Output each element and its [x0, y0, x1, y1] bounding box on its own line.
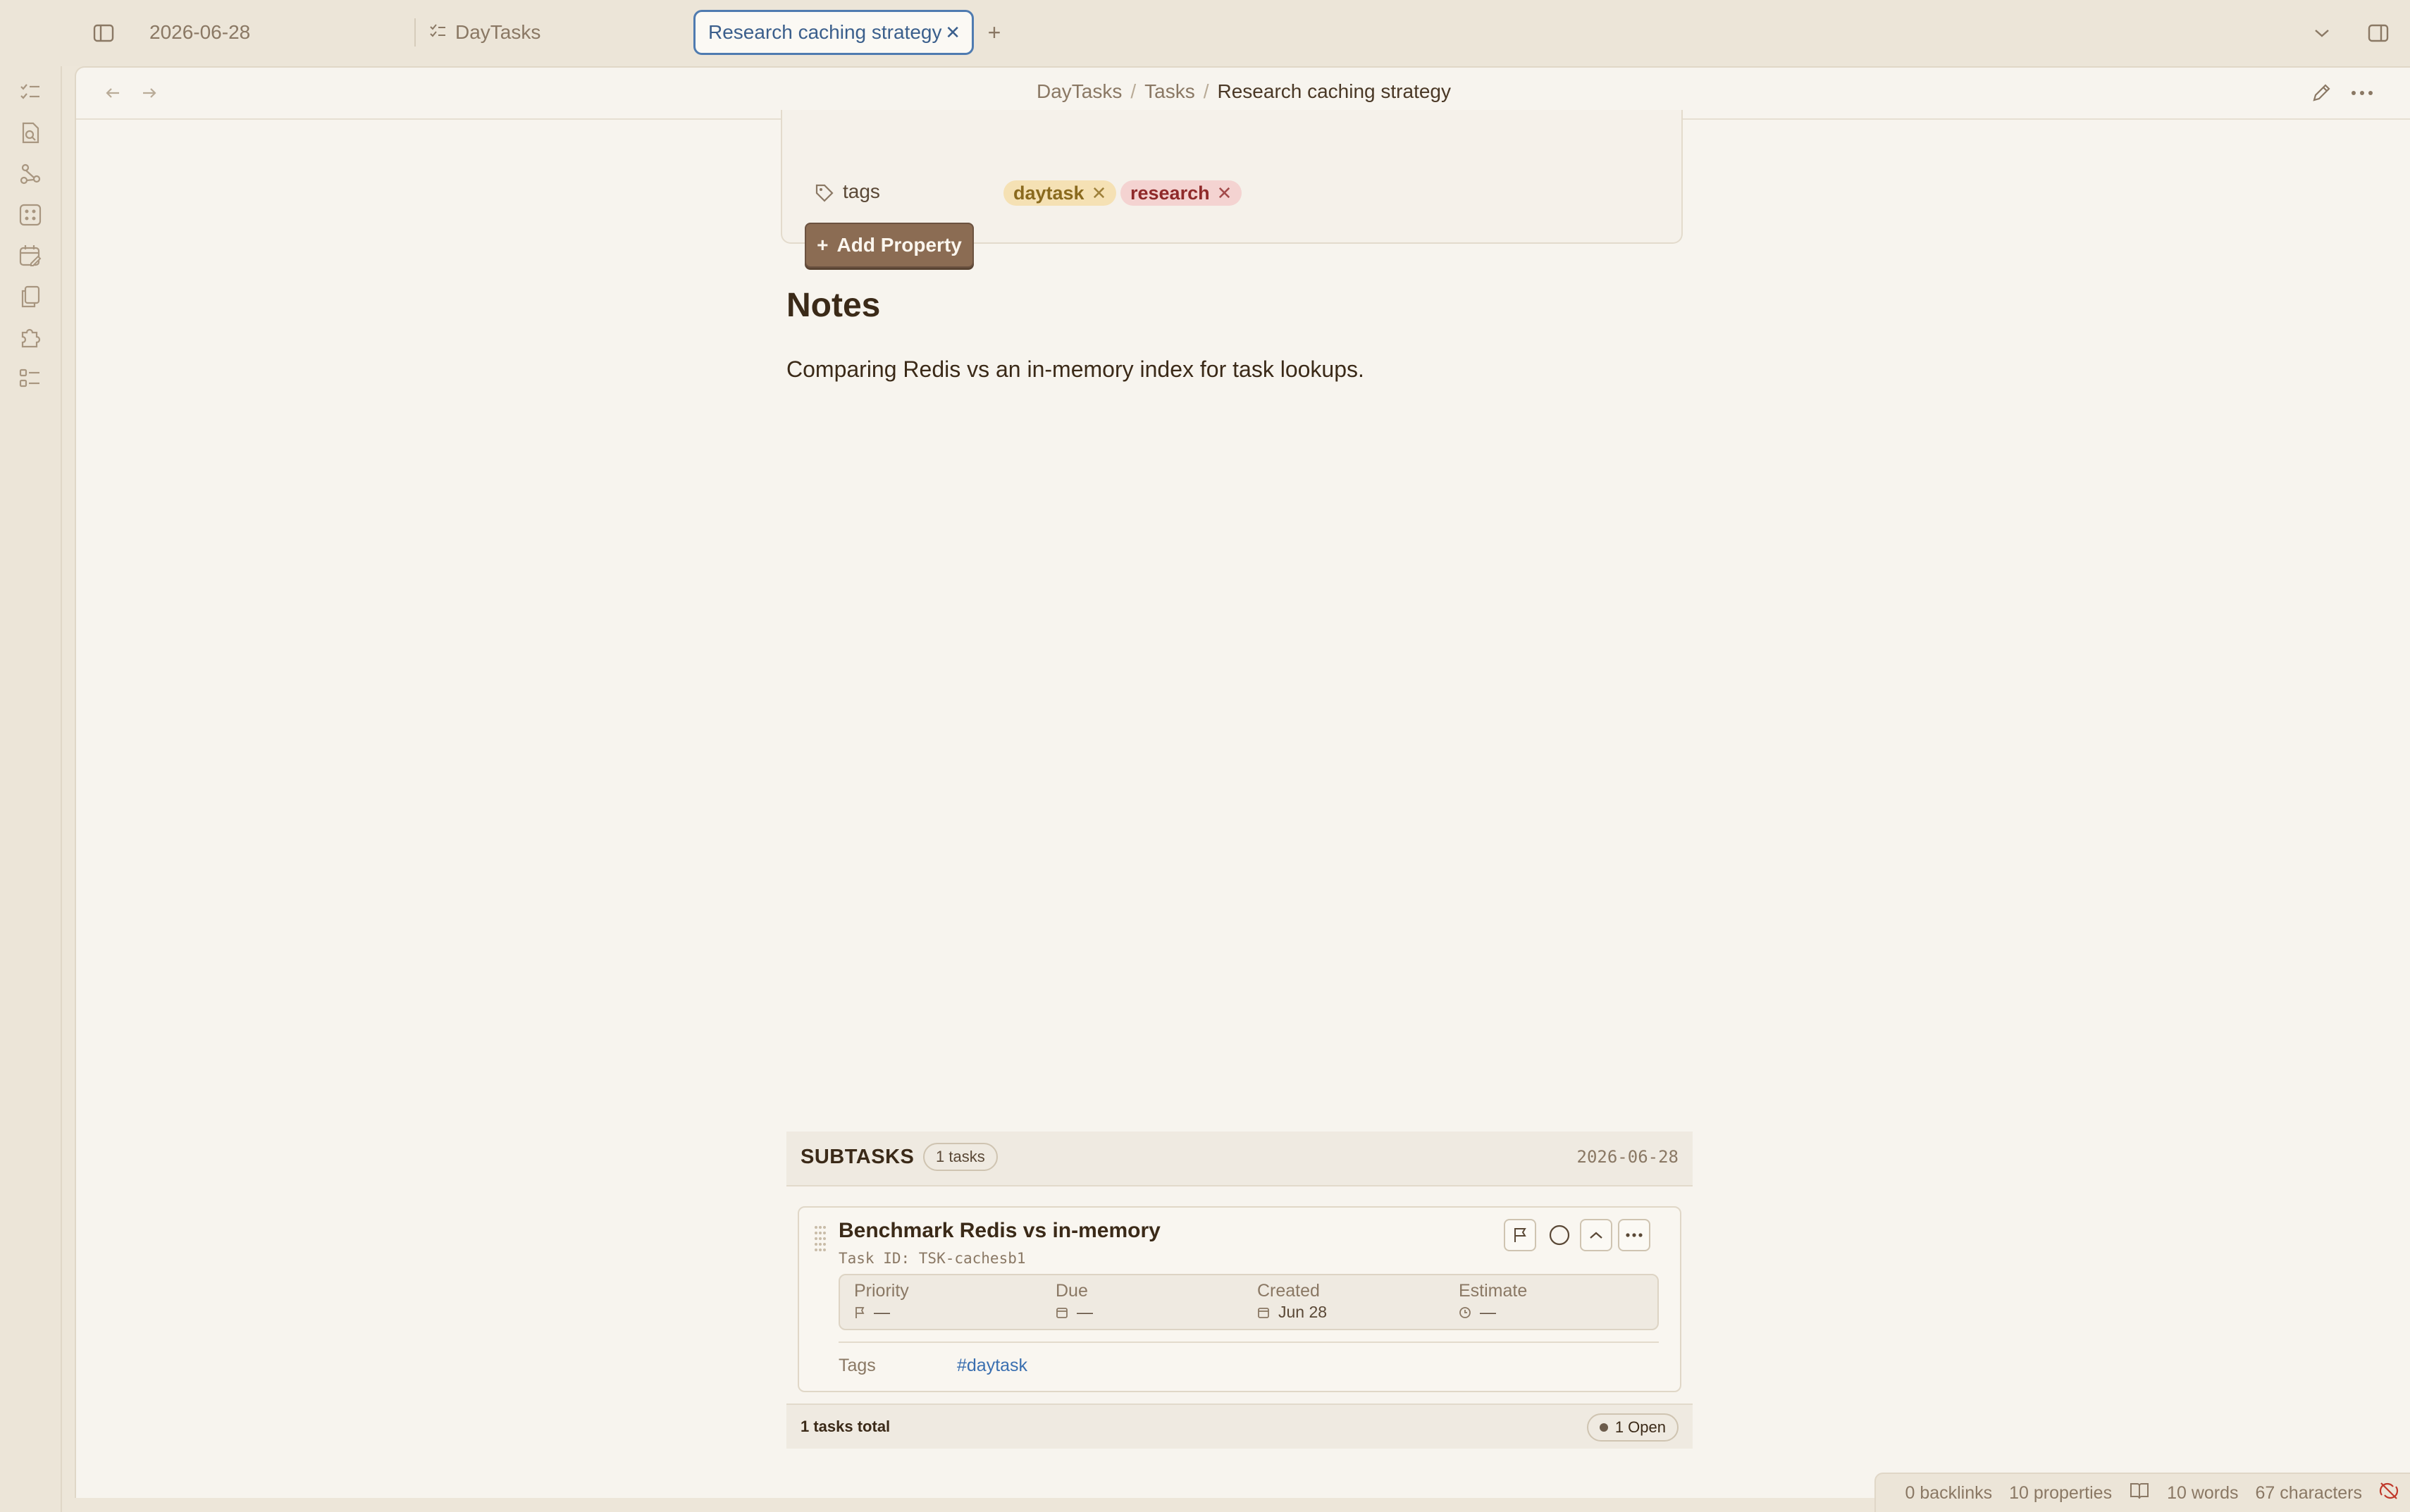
- task-meta-grid: Priority — Due — Created Jun 28 Estimate…: [839, 1274, 1659, 1330]
- notes-body[interactable]: Comparing Redis vs an in-memory index fo…: [786, 357, 1364, 383]
- file-search-icon[interactable]: [18, 121, 42, 145]
- breadcrumb-current[interactable]: Research caching strategy: [1218, 80, 1452, 102]
- circle-icon: [1549, 1225, 1570, 1246]
- task-tag-link[interactable]: #daytask: [957, 1356, 1027, 1376]
- sync-disabled-icon[interactable]: [2379, 1481, 2399, 1506]
- property-tags-label: tags: [843, 180, 880, 202]
- tab-label: Research caching strategy: [708, 21, 942, 43]
- meta-value: Jun 28: [1278, 1303, 1328, 1321]
- task-more-button[interactable]: [1618, 1219, 1650, 1251]
- calendar-icon: [1056, 1307, 1068, 1318]
- kanban-list-icon[interactable]: [18, 366, 42, 390]
- tab-bar: 2026-06-28 DayTasks Research caching str…: [0, 0, 2410, 66]
- left-ribbon: [0, 66, 62, 1512]
- task-id: Task ID: TSK-cachesb1: [839, 1250, 1026, 1267]
- task-card[interactable]: Benchmark Redis vs in-memory Task ID: TS…: [798, 1206, 1681, 1392]
- task-list-icon[interactable]: [18, 80, 42, 104]
- meta-label: Due: [1056, 1281, 1088, 1301]
- meta-priority[interactable]: Priority —: [854, 1281, 909, 1322]
- list-checks-icon: [428, 23, 447, 41]
- flag-icon: [1514, 1228, 1526, 1242]
- more-options-icon: [1626, 1233, 1643, 1237]
- meta-label: Priority: [854, 1281, 909, 1301]
- meta-value: —: [1480, 1303, 1496, 1321]
- tag-chip-label: research: [1130, 182, 1210, 204]
- meta-label: Created: [1257, 1281, 1320, 1301]
- subtasks-date: 2026-06-28: [1576, 1147, 1679, 1167]
- tag-icon: [813, 182, 836, 204]
- plugin-puzzle-icon[interactable]: [18, 326, 42, 349]
- subtasks-footer: 1 tasks total 1 Open: [786, 1403, 1693, 1449]
- remove-tag-icon[interactable]: ✕: [1092, 182, 1107, 204]
- graph-view-icon[interactable]: [18, 162, 42, 186]
- meta-value: —: [1077, 1303, 1093, 1321]
- breadcrumb-separator: /: [1203, 80, 1209, 102]
- subtasks-count-badge: 1 tasks: [923, 1143, 998, 1171]
- right-sidebar-toggle-icon[interactable]: [2366, 21, 2390, 45]
- meta-label: Estimate: [1459, 1281, 1528, 1301]
- complete-task-button[interactable]: [1543, 1219, 1576, 1251]
- tab-daily-note[interactable]: 2026-06-28: [149, 21, 250, 44]
- meta-created[interactable]: Created Jun 28: [1257, 1281, 1327, 1322]
- backlinks-count[interactable]: 0 backlinks: [1905, 1483, 1992, 1504]
- word-count: 10 words: [2167, 1482, 2239, 1503]
- sidebar-toggle-icon[interactable]: [92, 21, 116, 45]
- open-status-label: 1 Open: [1614, 1418, 1666, 1436]
- reading-view-icon[interactable]: [2129, 1481, 2150, 1506]
- breadcrumb: DayTasks / Tasks / Research caching strategy: [76, 80, 2410, 103]
- properties-panel: tags daytask ✕ research ✕ + Add Property: [781, 110, 1683, 268]
- meta-value: —: [874, 1303, 890, 1321]
- breadcrumb-separator: /: [1130, 80, 1137, 102]
- subtasks-header: SUBTASKS 1 tasks 2026-06-28: [786, 1132, 1693, 1186]
- close-tab-icon[interactable]: ✕: [945, 22, 960, 44]
- status-dot-icon: [1599, 1423, 1608, 1432]
- character-count: 67 characters: [2255, 1482, 2362, 1503]
- calendar-icon: [1258, 1307, 1269, 1318]
- edit-pencil-icon[interactable]: [2309, 80, 2334, 106]
- tag-chip-label: daytask: [1013, 182, 1084, 204]
- meta-estimate[interactable]: Estimate —: [1459, 1281, 1527, 1322]
- breadcrumb-root[interactable]: DayTasks: [1037, 80, 1122, 102]
- task-title[interactable]: Benchmark Redis vs in-memory: [839, 1219, 1161, 1243]
- plus-icon: +: [817, 234, 829, 256]
- new-tab-icon[interactable]: +: [984, 20, 1005, 45]
- clock-icon: [1459, 1306, 1471, 1318]
- tab-list-chevron-icon[interactable]: [2310, 21, 2334, 45]
- subtasks-total: 1 tasks total: [801, 1418, 891, 1435]
- subtasks-title: SUBTASKS: [801, 1146, 915, 1168]
- more-options-icon[interactable]: [2347, 80, 2378, 106]
- chevron-up-icon: [1590, 1232, 1602, 1239]
- breadcrumb-folder[interactable]: Tasks: [1144, 80, 1195, 102]
- remove-tag-icon[interactable]: ✕: [1217, 182, 1232, 204]
- tag-chip-research[interactable]: research ✕: [1120, 180, 1242, 206]
- tab-research-caching-strategy[interactable]: Research caching strategy ✕: [693, 10, 974, 55]
- status-bar: 0 backlinks 10 properties 10 words 67 ch…: [1874, 1473, 2410, 1512]
- add-property-button[interactable]: + Add Property: [805, 223, 974, 268]
- tab-daytasks[interactable]: DayTasks: [455, 21, 540, 44]
- calendar-edit-icon[interactable]: [18, 244, 42, 268]
- copy-files-icon[interactable]: [18, 285, 42, 309]
- drag-handle-icon[interactable]: [813, 1225, 827, 1253]
- editor-pane: DayTasks / Tasks / Research caching strategy…: [75, 66, 2410, 1498]
- subtasks-panel: SUBTASKS 1 tasks 2026-06-28 Benchmark Re…: [786, 1132, 1693, 1449]
- properties-count[interactable]: 10 properties: [2009, 1483, 2112, 1504]
- collapse-button[interactable]: [1580, 1219, 1612, 1251]
- open-status-badge[interactable]: 1 Open: [1586, 1413, 1679, 1442]
- meta-due[interactable]: Due —: [1056, 1281, 1093, 1322]
- notes-heading: Notes: [786, 287, 881, 324]
- dashboard-icon[interactable]: [18, 203, 42, 227]
- divider: [839, 1341, 1659, 1343]
- priority-flag-button[interactable]: [1504, 1219, 1536, 1251]
- flag-icon: [855, 1306, 865, 1318]
- tag-chip-daytask[interactable]: daytask ✕: [1003, 180, 1117, 206]
- tab-separator: [414, 18, 416, 47]
- add-property-label: Add Property: [836, 234, 962, 256]
- task-tags-label: Tags: [839, 1356, 876, 1375]
